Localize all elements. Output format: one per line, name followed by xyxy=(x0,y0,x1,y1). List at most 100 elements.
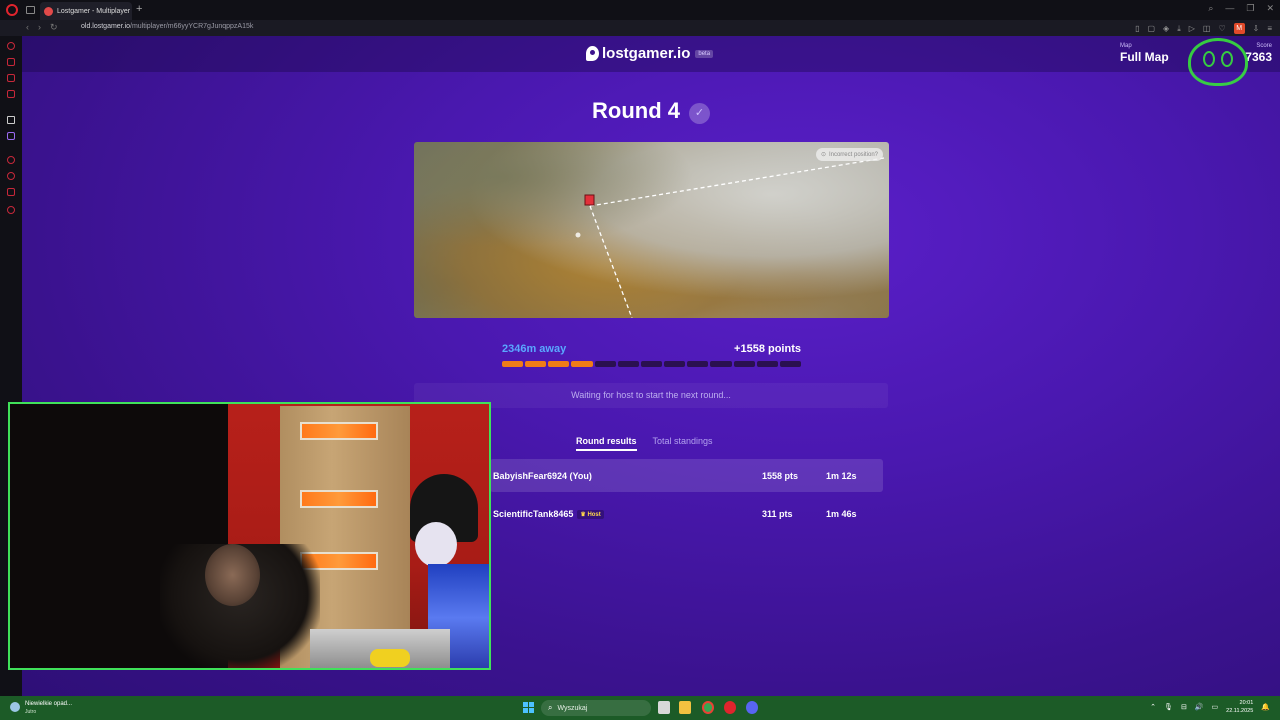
crown-icon: ♛ xyxy=(580,511,586,518)
shield-icon[interactable]: ◈ xyxy=(1163,24,1169,33)
score-bar-segment xyxy=(548,361,570,367)
reload-button[interactable]: ↻ xyxy=(50,22,58,33)
player-name: ScientificTank8465 xyxy=(493,508,574,519)
results-tabs: Round results Total standings xyxy=(576,436,713,451)
result-map[interactable]: ⊙ Incorrect position? xyxy=(414,142,889,318)
task-view-icon[interactable] xyxy=(658,701,670,714)
address-bar: ‹ › ↻ old.lostgamer.io/multiplayer/m66yy… xyxy=(0,20,1280,36)
incorrect-position-button[interactable]: ⊙ Incorrect position? xyxy=(815,148,883,161)
site-logo[interactable]: lostgamer.io beta xyxy=(586,45,714,62)
profile-avatar[interactable]: M xyxy=(1233,23,1245,34)
clock[interactable]: 20:01 22.11.2025 xyxy=(1226,699,1253,715)
play-icon[interactable]: ▷ xyxy=(1189,24,1195,33)
browser-tab-bar: Lostgamer - Multiplayer + ⌕ — ❐ ✕ xyxy=(0,0,1280,20)
sidebar-player-icon[interactable] xyxy=(7,172,15,180)
microphone-icon[interactable]: 🎙 xyxy=(1164,703,1173,711)
tab-round-results[interactable]: Round results xyxy=(576,436,637,451)
notifications-icon[interactable]: 🔔 xyxy=(1261,703,1270,711)
forward-button[interactable]: › xyxy=(38,22,41,33)
score-bar-segment xyxy=(594,361,616,367)
start-button[interactable] xyxy=(523,702,534,713)
player-name-cell: ScientificTank8465 ♛ Host xyxy=(493,509,604,519)
tab-lostgamer[interactable]: Lostgamer - Multiplayer xyxy=(40,2,132,20)
score-bar-segment xyxy=(617,361,639,367)
weather-title: Niewielkie opad... xyxy=(25,701,73,707)
table-row[interactable]: BabyishFear6924 (You) 1558 pts 1m 12s xyxy=(490,459,883,492)
sidebar-bag-icon[interactable] xyxy=(7,58,15,66)
new-tab-button[interactable]: + xyxy=(136,3,142,15)
webcam-mannequin xyxy=(415,522,457,567)
map-overlay xyxy=(575,157,885,318)
webcam-door-pane xyxy=(300,422,378,440)
discord-icon[interactable] xyxy=(746,701,758,714)
url-domain: old.lostgamer.io xyxy=(81,23,131,30)
heart-icon[interactable]: ♡ xyxy=(1218,24,1225,33)
toolbar-icons: ▯ ▢ ◈ ⤓ ▷ ◫ ♡ M ⇩ ≡ xyxy=(1135,23,1272,34)
search-icon: ⌕ xyxy=(548,703,553,712)
bookmark-icon[interactable]: ▯ xyxy=(1135,24,1139,33)
snapshot-icon[interactable]: ▢ xyxy=(1147,24,1155,33)
sidebar-clock-icon[interactable] xyxy=(7,156,15,164)
clock-date: 22.11.2025 xyxy=(1226,708,1254,714)
webcam-overlay xyxy=(8,402,491,670)
opera-taskbar-icon[interactable] xyxy=(724,701,736,714)
opera-logo-icon[interactable] xyxy=(6,4,18,16)
player-name: BabyishFear6924 (You) xyxy=(493,470,592,481)
lostgamer-logo-icon xyxy=(586,46,599,61)
tab-total-standings[interactable]: Total standings xyxy=(653,436,713,451)
weather-icon[interactable] xyxy=(10,702,20,712)
minimize-button[interactable]: — xyxy=(1225,3,1234,14)
round-title: Round 4 xyxy=(22,98,1280,124)
score-bar-segment xyxy=(710,361,732,367)
score-bar-segment xyxy=(502,361,524,367)
player-time: 1m 46s xyxy=(826,508,857,519)
score-label: Score xyxy=(1256,43,1272,49)
taskbar-search[interactable]: ⌕ Wyszukaj xyxy=(541,700,651,716)
tray-chevron-icon[interactable]: ⌃ xyxy=(1150,703,1156,711)
host-badge-label: Host xyxy=(587,511,601,518)
sidebar-messenger-icon[interactable] xyxy=(7,74,15,82)
player-points: 1558 pts xyxy=(762,470,799,481)
chrome-icon[interactable] xyxy=(702,701,714,714)
incorrect-position-label: Incorrect position? xyxy=(828,151,878,158)
score-bar-segment xyxy=(525,361,547,367)
maximize-button[interactable]: ❐ xyxy=(1246,3,1254,14)
sidebar-send-icon[interactable] xyxy=(7,188,15,196)
sidebar-ai-icon[interactable] xyxy=(7,116,15,124)
search-tabs-icon[interactable]: ⌕ xyxy=(1208,3,1213,14)
player-points: 311 pts xyxy=(762,508,793,519)
score-bar-segment xyxy=(571,361,593,367)
system-tray: ⌃ 🎙 ⊟ 🔊 ▭ 20:01 22.11.2025 🔔 xyxy=(1150,699,1270,715)
sidebar-history-icon[interactable] xyxy=(7,42,15,50)
map-info: Map Full Map xyxy=(1120,43,1169,64)
webcam-person-head xyxy=(205,544,260,606)
webcam-door-pane xyxy=(300,490,378,508)
guess-line-2 xyxy=(589,205,633,318)
extensions-icon[interactable]: ◫ xyxy=(1203,24,1211,33)
close-window-button[interactable]: ✕ xyxy=(1266,3,1274,14)
search-placeholder: Wyszukaj xyxy=(557,704,588,712)
sidebar-settings-icon[interactable] xyxy=(7,206,15,214)
workspaces-icon[interactable] xyxy=(26,6,35,14)
sidebar-instagram-icon[interactable] xyxy=(7,90,15,98)
map-cursor xyxy=(575,232,581,238)
battery-icon[interactable]: ▭ xyxy=(1212,703,1219,711)
url-field[interactable]: old.lostgamer.io/multiplayer/m66yyYCR7gJ… xyxy=(81,23,253,30)
sidebar-twitch-icon[interactable] xyxy=(7,132,15,140)
distance-text: 2346m away xyxy=(502,343,567,355)
network-icon[interactable]: ⊟ xyxy=(1181,703,1187,711)
window-controls: ⌕ — ❐ ✕ xyxy=(1208,3,1274,14)
table-row[interactable]: ScientificTank8465 ♛ Host 311 pts 1m 46s xyxy=(490,497,883,530)
downloads-icon[interactable]: ⇩ xyxy=(1253,24,1260,33)
file-explorer-icon[interactable] xyxy=(679,701,691,714)
guess-line-1 xyxy=(589,157,885,207)
volume-icon[interactable]: 🔊 xyxy=(1195,703,1204,711)
location-pin-icon: ⊙ xyxy=(820,152,826,158)
map-label: Map xyxy=(1120,43,1132,49)
back-button[interactable]: ‹ xyxy=(26,22,29,33)
host-badge: ♛ Host xyxy=(577,509,604,519)
download-icon[interactable]: ⤓ xyxy=(1177,24,1181,34)
weather-sub: Jutro xyxy=(25,709,37,715)
actual-location-marker xyxy=(584,194,595,206)
menu-icon[interactable]: ≡ xyxy=(1267,24,1272,33)
